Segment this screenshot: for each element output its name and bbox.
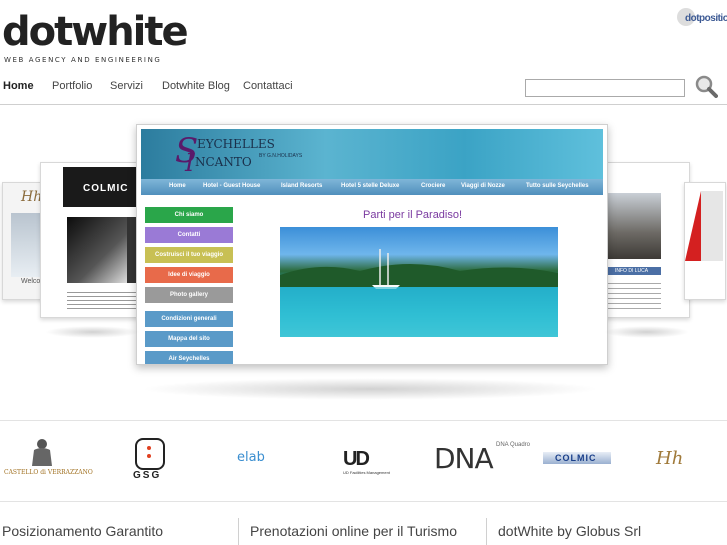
carousel-main-screenshot[interactable]: S EYCHELLES I NCANTO BY G.N.HOLIDAYS Hom…: [136, 124, 608, 365]
footer-divider: [0, 501, 727, 502]
site-initial-i: I: [185, 149, 195, 177]
site-photo: [280, 227, 558, 337]
site-title-line1: EYCHELLES: [197, 137, 275, 151]
side-btn: Condizioni generali: [145, 311, 233, 327]
thumb-bar-label: INFO DI LUCA: [615, 268, 649, 274]
thumb-text-lines: [605, 279, 661, 309]
site-heading: Parti per il Paradiso!: [363, 209, 463, 221]
logo-tagline: WEB AGENCY AND ENGINEERING: [4, 56, 162, 64]
colmic-brand-text: COLMIC: [83, 183, 129, 194]
logos-divider: [0, 420, 727, 421]
thumb-image: [605, 193, 661, 259]
nav-divider: [0, 104, 727, 105]
client-name: CASTELLO di VERRAZZANO: [4, 469, 93, 476]
client-logo-dna[interactable]: DNA DNA Quadro: [434, 442, 530, 476]
nav-home[interactable]: Home: [3, 80, 34, 92]
thumb-image: [701, 191, 723, 261]
client-logo-castello-verrazzano[interactable]: CASTELLO di VERRAZZANO: [4, 436, 93, 480]
gsg-dot-icon: [147, 454, 151, 458]
thumb-text-lines: [67, 289, 137, 311]
nav-servizi[interactable]: Servizi: [110, 80, 143, 92]
footer-link-dotwhite-globus[interactable]: dotWhite by Globus Srl: [498, 523, 641, 539]
client-logo-ud[interactable]: UD UD Facilities Management: [343, 448, 390, 475]
footer-link-posizionamento[interactable]: Posizionamento Garantito: [2, 523, 163, 539]
gsg-dot-icon: [147, 446, 151, 450]
carousel-thumb-right[interactable]: INFO DI LUCA: [600, 162, 690, 318]
client-name: UD Facilities Management: [343, 470, 390, 475]
side-btn: Chi siamo: [145, 207, 233, 223]
nav-dotwhite-blog[interactable]: Dotwhite Blog: [162, 80, 230, 92]
site-title-line2: NCANTO: [195, 155, 252, 169]
carousel-thumb-right-far[interactable]: [684, 182, 726, 300]
dotwhite-logo[interactable]: dotwhite: [2, 9, 189, 55]
client-logo-elab[interactable]: elab: [237, 450, 265, 465]
ud-mark: UD: [343, 448, 370, 470]
thumb-red-shape: [685, 191, 701, 261]
site-menu-item: Tutto sulle Seychelles: [526, 183, 589, 189]
side-btn: Contatti: [145, 227, 233, 243]
footer-link-prenotazioni[interactable]: Prenotazioni online per il Turismo: [250, 523, 457, 539]
client-logo-colmic[interactable]: COLMIC: [543, 452, 611, 472]
logo-text: dotwhite: [2, 9, 189, 55]
client-name: COLMIC: [555, 453, 597, 463]
site-menu: Home Hotel - Guest House Island Resorts …: [141, 179, 603, 195]
site-sidebar: Chi siamo Contatti Costruisci il tuo via…: [145, 207, 233, 364]
client-logo-gsg[interactable]: GSG: [131, 438, 167, 482]
side-btn: Photo gallery: [145, 287, 233, 303]
site-menu-item: Crociere: [421, 183, 446, 189]
dna-mark: DNA: [434, 442, 494, 475]
site-menu-item: Viaggi di Nozze: [461, 183, 505, 189]
site-banner: S EYCHELLES I NCANTO BY G.N.HOLIDAYS: [141, 129, 603, 179]
site-menu-item: Home: [169, 183, 186, 189]
castle-figure-icon: [32, 439, 52, 466]
side-btn: Idee di viaggio: [145, 267, 233, 283]
nav-portfolio[interactable]: Portfolio: [52, 80, 92, 92]
side-btn: Mappa del sito: [145, 331, 233, 347]
site-menu-item: Island Resorts: [281, 183, 323, 189]
thumb-welcome-text: Welco: [21, 278, 41, 285]
dotposition-text: dotposition: [685, 13, 727, 24]
search-input[interactable]: [525, 79, 685, 97]
carousel-thumb-left-far[interactable]: Hh Welco: [2, 182, 44, 300]
carousel-reflection: [604, 326, 689, 338]
client-name: GSG: [133, 470, 162, 481]
nav-contattaci[interactable]: Contattaci: [243, 80, 293, 92]
client-name: DNA Quadro: [496, 442, 531, 448]
client-logo-hh[interactable]: Hh: [656, 448, 683, 469]
sailboat-image: [280, 249, 558, 337]
search-button[interactable]: [694, 74, 718, 98]
carousel-reflection: [45, 326, 140, 338]
side-btn: Costruisci il tuo viaggio: [145, 247, 233, 263]
search-icon: [695, 75, 718, 98]
footer-separator: [486, 518, 487, 545]
carousel-thumb-colmic[interactable]: COLMIC: [40, 162, 142, 318]
site-menu-item: Hotel - Guest House: [203, 183, 261, 189]
footer-separator: [238, 518, 239, 545]
site-byline: BY G.N.HOLIDAYS: [259, 153, 303, 159]
thumb-image: [67, 217, 127, 283]
dotposition-logo[interactable]: dotposition: [677, 8, 727, 28]
thumb-image: [11, 213, 41, 277]
site-menu-item: Hotel 5 stelle Deluxe: [341, 183, 400, 189]
side-btn: Air Seychelles: [145, 351, 233, 364]
carousel-reflection: [140, 378, 600, 400]
